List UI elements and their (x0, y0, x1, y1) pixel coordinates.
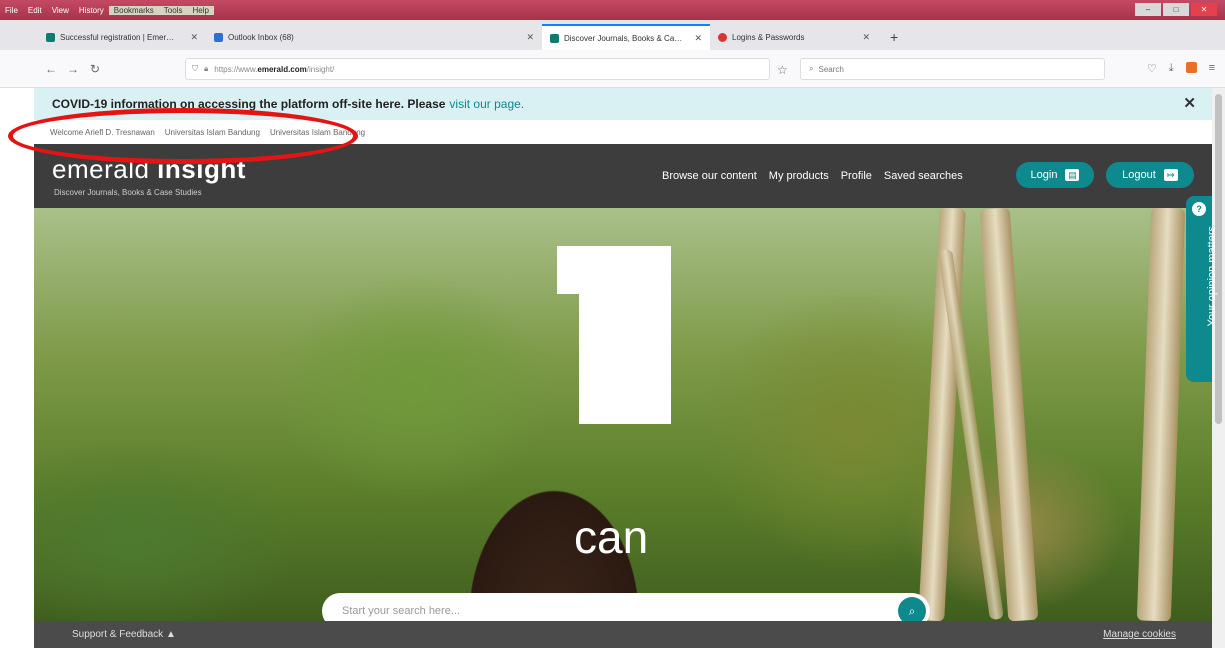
banner-link[interactable]: visit our page. (449, 97, 524, 111)
extension-icon[interactable] (1185, 62, 1197, 73)
hero-word: can (574, 511, 649, 563)
browser-window: File Edit View History Bookmarks Tools H… (0, 0, 1225, 648)
lock-icon: 🔒︎ (204, 64, 209, 73)
palm-trunk (1136, 208, 1186, 621)
tab-discover-journals[interactable]: Discover Journals, Books & Ca… ✕ (542, 24, 710, 50)
tab-logins[interactable]: Logins & Passwords ✕ (710, 24, 878, 50)
pocket-icon[interactable]: ♡ (1147, 62, 1157, 75)
logo-tagline: Discover Journals, Books & Case Studies (54, 188, 202, 197)
key-favicon-icon (718, 32, 727, 42)
nav-saved-searches[interactable]: Saved searches (884, 170, 963, 182)
nav-browse-content[interactable]: Browse our content (662, 170, 757, 182)
download-icon[interactable]: ⤓ (1169, 62, 1174, 75)
tab-title: Logins & Passwords (732, 32, 805, 42)
nav-my-products[interactable]: My products (769, 170, 829, 182)
close-tab-icon[interactable]: ✕ (862, 32, 870, 43)
window-controls: – □ ✕ (1135, 3, 1217, 16)
site-search-input[interactable]: Start your search here... ⌕ (322, 593, 930, 621)
url-bar[interactable]: ⛉ 🔒︎ https://www.emerald.com/insight/ (185, 58, 770, 80)
feedback-label: Your opinion matters (1206, 226, 1218, 327)
manage-cookies-link[interactable]: Manage cookies (1103, 629, 1176, 640)
minimize-icon[interactable]: – (1135, 3, 1161, 16)
forward-icon[interactable]: → (62, 62, 84, 76)
reload-icon[interactable]: ↻ (84, 62, 106, 76)
tab-title: Discover Journals, Books & Ca… (564, 33, 683, 43)
menu-edit[interactable]: Edit (23, 6, 47, 15)
question-icon: ? (1192, 202, 1206, 216)
nav-bar: ← → ↻ ⛉ 🔒︎ https://www.emerald.com/insig… (0, 50, 1225, 88)
close-window-icon[interactable]: ✕ (1191, 3, 1217, 16)
bookmark-star-icon[interactable]: ☆ (777, 63, 788, 77)
tab-blank[interactable]: ✕ (374, 24, 542, 50)
main-nav: Browse our content My products Profile S… (662, 170, 963, 182)
feedback-side-tab[interactable]: ? Your opinion matters (1186, 196, 1218, 382)
caret-up-icon: ▲ (165, 629, 176, 640)
close-tab-icon[interactable]: ✕ (190, 32, 198, 43)
menu-file[interactable]: File (0, 6, 23, 15)
mail-favicon-icon (214, 32, 223, 42)
red-annotation-ellipse (8, 108, 358, 164)
browser-search-input[interactable]: ⌕ Search (800, 58, 1105, 80)
back-icon[interactable]: ← (40, 62, 62, 76)
emerald-favicon-icon (46, 32, 55, 42)
maximize-icon[interactable]: □ (1163, 3, 1189, 16)
url-text: https://www.emerald.com/insight/ (214, 64, 335, 74)
close-banner-icon[interactable]: ✕ (1183, 94, 1196, 112)
banner-text: COVID-19 information on accessing the pl… (52, 97, 446, 111)
login-label: Login (1030, 169, 1058, 181)
search-button-icon[interactable]: ⌕ (898, 597, 926, 621)
menu-icon[interactable]: ≡ (1209, 62, 1215, 75)
tab-inbox[interactable]: Outlook Inbox (68) (206, 24, 374, 50)
menu-history[interactable]: History (74, 6, 109, 15)
logout-button[interactable]: Logout ↦ (1106, 162, 1194, 188)
site-search-placeholder: Start your search here... (342, 605, 460, 617)
footer-bar: Support & Feedback ▲ Manage cookies (34, 621, 1212, 648)
hero-letter-graphic (557, 246, 671, 424)
support-feedback-link[interactable]: Support & Feedback ▲ (72, 629, 176, 640)
close-tab-icon[interactable]: ✕ (694, 33, 702, 44)
menu-bar: File Edit View History Bookmarks Tools H… (0, 0, 1225, 20)
search-placeholder: Search (818, 64, 844, 74)
search-icon: ⌕ (809, 64, 814, 73)
hero-image: can Start your search here... ⌕ (34, 208, 1212, 621)
menu-help[interactable]: Help (187, 5, 214, 15)
menu-view[interactable]: View (47, 6, 74, 15)
menu-bookmarks[interactable]: Bookmarks (108, 5, 159, 15)
login-button[interactable]: Login ▤ (1016, 162, 1094, 188)
shield-icon: ⛉ (192, 64, 198, 73)
menu-tools[interactable]: Tools (158, 5, 188, 15)
id-card-icon: ▤ (1065, 169, 1080, 181)
tab-title: Outlook Inbox (68) (228, 32, 294, 42)
close-tab-icon[interactable]: ✕ (526, 32, 534, 43)
tab-title: Successful registration | Emer… (60, 32, 175, 42)
toolbar-icons: ♡ ⤓ ≡ (1147, 62, 1215, 75)
logout-label: Logout (1122, 169, 1156, 181)
tab-registration[interactable]: Successful registration | Emer… ✕ (38, 24, 206, 50)
logout-arrow-icon: ↦ (1163, 169, 1178, 181)
nav-profile[interactable]: Profile (841, 170, 872, 182)
new-tab-icon[interactable]: + (878, 24, 910, 50)
tab-strip: Successful registration | Emer… ✕ Outloo… (0, 20, 1225, 50)
emerald-favicon-icon (550, 33, 559, 43)
